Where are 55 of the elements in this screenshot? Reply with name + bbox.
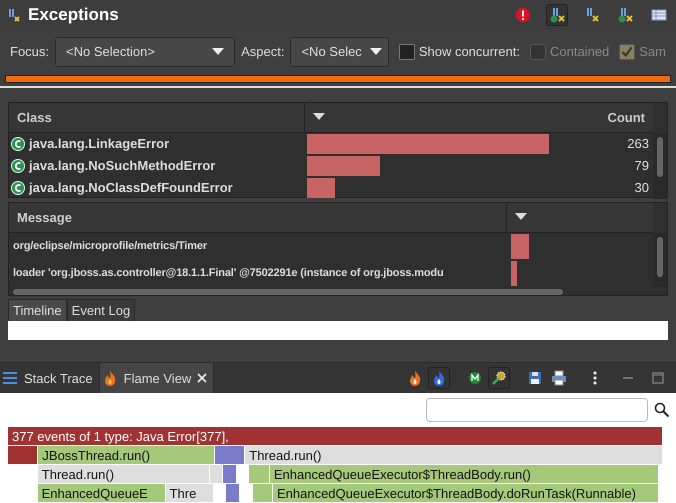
sort-icon bbox=[313, 113, 325, 122]
search-icon[interactable] bbox=[654, 402, 670, 418]
view-title: Exceptions bbox=[28, 4, 119, 25]
close-icon[interactable] bbox=[197, 373, 208, 384]
checkbox-label: Contained bbox=[550, 44, 610, 60]
flame-frame: EnhancedQueueE bbox=[38, 484, 165, 502]
flame-frame: Thread.run() bbox=[38, 465, 210, 484]
column-header[interactable]: Class bbox=[9, 102, 305, 132]
message-text: loader 'org.jboss.as.controller@18.1.1.Final' @7502291e (instance of org.jboss.modu bbox=[13, 267, 444, 280]
flame-block bbox=[226, 484, 240, 502]
count-bar bbox=[511, 234, 530, 259]
flame-block bbox=[252, 484, 272, 502]
flame-frame: EnhancedQueueExecutor$ThreadBody.doRunTask(Runnable) bbox=[272, 484, 658, 502]
tab[interactable]: Flame View bbox=[98, 363, 214, 394]
maximize-icon[interactable] bbox=[650, 370, 666, 386]
search-field[interactable] bbox=[426, 398, 648, 422]
class-icon bbox=[11, 158, 25, 173]
count-value: 263 bbox=[627, 136, 649, 152]
caret-icon bbox=[370, 48, 382, 56]
caret-icon bbox=[212, 48, 224, 56]
column-header[interactable]: Count bbox=[305, 102, 653, 132]
checkbox-label: Show concurrent: bbox=[418, 44, 520, 60]
count-bar bbox=[511, 260, 517, 286]
flame-block bbox=[249, 465, 269, 484]
class-icon bbox=[11, 180, 25, 195]
gear-icon[interactable] bbox=[488, 367, 510, 390]
class-name: java.lang.LinkageError bbox=[29, 136, 170, 152]
message-text: org/eclipse/microprofile/metrics/Timer bbox=[13, 240, 208, 252]
tab[interactable]: Timeline bbox=[8, 298, 67, 321]
flame-block bbox=[8, 446, 38, 464]
count-value: 30 bbox=[634, 180, 649, 196]
flame-frame: JBossThread.run() bbox=[38, 446, 214, 464]
aspect-label: Aspect: bbox=[241, 44, 284, 60]
flame-frame: 377 events of 1 type: Java Error[377], bbox=[8, 427, 662, 446]
count-bar bbox=[307, 178, 335, 198]
class-icon bbox=[11, 136, 25, 151]
aspect-dropdown[interactable]: <No Selec bbox=[290, 36, 389, 67]
checkbox-label: Sam bbox=[639, 44, 666, 60]
class-name: java.lang.NoSuchMethodError bbox=[29, 158, 216, 174]
class-name: java.lang.NoClassDefFoundError bbox=[29, 180, 233, 196]
flame-frame: Thread.run() bbox=[245, 446, 662, 464]
focus-label: Focus: bbox=[10, 44, 50, 60]
java-icon bbox=[6, 6, 22, 23]
focus-dropdown[interactable]: <No Selection> bbox=[55, 36, 236, 67]
flame-icon[interactable] bbox=[428, 367, 450, 390]
tab[interactable]: Stack Trace bbox=[0, 363, 99, 394]
flame-frame: EnhancedQueueExecutor$ThreadBody.run() bbox=[270, 465, 658, 484]
sort-icon bbox=[515, 213, 527, 222]
flame-frame: Thre bbox=[166, 484, 213, 502]
tab[interactable]: Event Log bbox=[66, 298, 136, 321]
count-value: 79 bbox=[634, 158, 649, 174]
scrollbar-thumb[interactable] bbox=[13, 288, 563, 295]
java-icon[interactable] bbox=[546, 4, 568, 26]
list-icon bbox=[2, 370, 18, 386]
checkbox[interactable] bbox=[398, 44, 415, 60]
